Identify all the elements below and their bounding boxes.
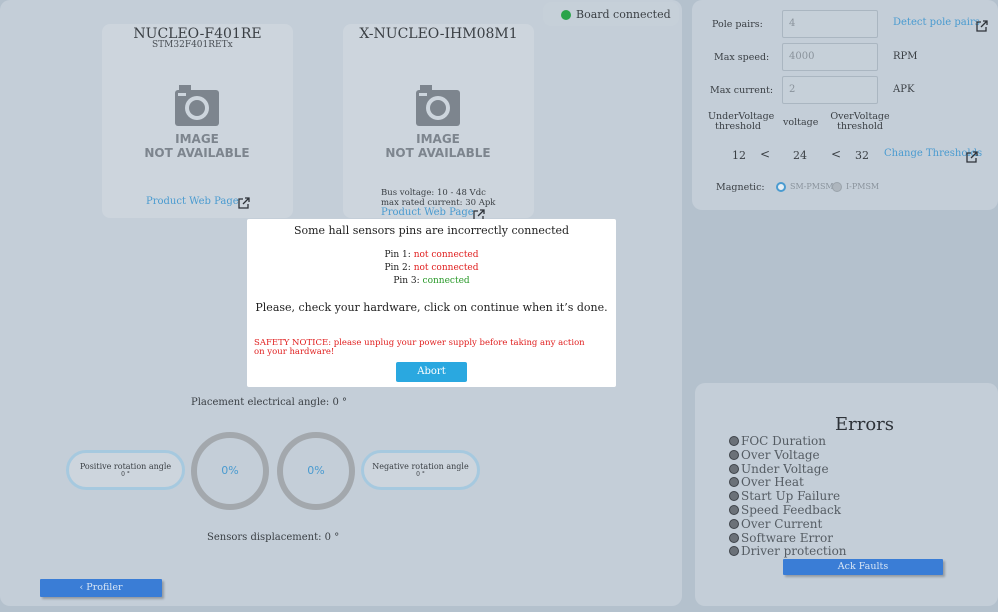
error-item: Start Up Failure (729, 489, 840, 503)
error-indicator-icon (729, 505, 739, 515)
error-item-label: Over Heat (741, 475, 804, 490)
board-card-ihm08m1: X-NUCLEO-IHM08M1 IMAGE NOT AVAILABLE Bus… (343, 24, 534, 221)
max-current-label: Max current: (710, 85, 774, 96)
external-link-icon[interactable] (238, 194, 250, 213)
detect-pole-pairs-link[interactable]: Detect pole pairs (893, 17, 980, 28)
error-item-label: Under Voltage (741, 461, 829, 476)
camera-icon (416, 85, 460, 126)
board-subtitle: STM32F401RETx (152, 40, 233, 50)
error-item: Speed Feedback (729, 503, 841, 517)
error-item: FOC Duration (729, 434, 826, 448)
abort-button[interactable]: Abort (396, 362, 467, 382)
error-item-label: Speed Feedback (741, 503, 841, 517)
pin-row-2: Pin 2: not connected (384, 263, 479, 273)
over-voltage-value: 32 (855, 149, 869, 162)
progress-ring-right: 0% (277, 432, 355, 510)
magnetic-label: Magnetic: (716, 182, 765, 193)
error-item-label: Driver protection (741, 544, 847, 559)
status-dot-icon (561, 10, 571, 20)
max-speed-input[interactable]: 4000 (782, 43, 878, 71)
error-indicator-icon (729, 491, 739, 502)
radio-sm-pmsm-label: SM-PMSM (790, 182, 834, 191)
over-voltage-label: OverVoltage threshold (830, 111, 890, 132)
error-indicator-icon (729, 477, 739, 488)
board-card-nucleo: NUCLEO-F401RE STM32F401RETx IMAGE NOT AV… (102, 24, 293, 218)
errors-title: Errors (835, 414, 895, 435)
pole-pairs-label: Pole pairs: (712, 19, 763, 30)
error-indicator-icon (729, 436, 739, 446)
pole-pairs-input[interactable]: 4 (782, 10, 878, 38)
product-web-page-link[interactable]: Product Web Page (146, 196, 239, 207)
error-item: Over Current (729, 517, 822, 531)
under-voltage-value: 12 (732, 149, 746, 162)
max-current-unit: APK (893, 84, 915, 95)
max-speed-unit: RPM (893, 51, 918, 62)
safety-notice: SAFETY NOTICE: please unplug your power … (254, 338, 585, 357)
dialog-message: Please, check your hardware, click on co… (255, 301, 608, 314)
connection-status: Board connected (543, 2, 679, 26)
chevron-left-icon: < (831, 147, 842, 161)
error-indicator-icon (729, 532, 739, 543)
error-item-label: Software Error (741, 530, 833, 545)
image-placeholder-text: IMAGE NOT AVAILABLE (385, 132, 491, 160)
error-item: Over Heat (729, 475, 804, 489)
error-indicator-icon (729, 518, 739, 529)
placement-angle: Placement electrical angle: 0 ° (191, 397, 348, 408)
voltage-label: voltage (783, 117, 819, 128)
error-indicator-icon (729, 449, 739, 460)
radio-i-pmsm[interactable] (832, 182, 842, 192)
negative-rotation-angle: Negative rotation angle 0 ° (361, 450, 480, 490)
radio-sm-pmsm[interactable] (776, 182, 786, 192)
error-item: Driver protection (729, 544, 847, 558)
error-indicator-icon (729, 546, 739, 557)
image-placeholder-text: IMAGE NOT AVAILABLE (144, 132, 250, 160)
max-current-input[interactable]: 2 (782, 76, 878, 104)
error-item-label: Over Voltage (741, 447, 820, 462)
hall-sensors-dialog: Some hall sensors pins are incorrectly c… (247, 219, 616, 387)
profiler-button[interactable]: ‹ Profiler (40, 579, 162, 597)
error-item-label: Start Up Failure (741, 489, 841, 504)
chevron-left-icon: < (760, 147, 771, 161)
error-item-label: FOC Duration (741, 434, 827, 448)
dialog-title: Some hall sensors pins are incorrectly c… (293, 224, 570, 237)
error-item: Software Error (729, 531, 833, 545)
radio-i-pmsm-label: I-PMSM (846, 182, 880, 191)
external-link-icon[interactable] (966, 148, 978, 167)
progress-ring-left: 0% (191, 432, 269, 510)
product-web-page-link[interactable]: Product Web Page (381, 207, 474, 218)
max-speed-label: Max speed: (714, 52, 770, 63)
camera-icon (175, 85, 219, 126)
status-label: Board connected (576, 8, 671, 21)
pin-row-1: Pin 1: not connected (384, 250, 479, 260)
external-link-icon[interactable] (976, 17, 988, 36)
positive-rotation-angle: Positive rotation angle 0 ° (66, 450, 185, 490)
ack-faults-button[interactable]: Ack Faults (783, 559, 943, 575)
pin-row-3: Pin 3: connected (393, 276, 470, 286)
error-indicator-icon (729, 463, 739, 474)
error-item: Over Voltage (729, 448, 820, 462)
voltage-value: 24 (793, 149, 807, 162)
error-item: Under Voltage (729, 462, 829, 476)
sensors-displacement: Sensors displacement: 0 ° (207, 532, 340, 543)
under-voltage-label: UnderVoltage threshold (708, 111, 775, 132)
error-item-label: Over Current (741, 516, 823, 531)
bus-voltage: Bus voltage: 10 - 48 Vdc (381, 188, 486, 198)
board-title: X-NUCLEO-IHM08M1 (359, 26, 518, 42)
